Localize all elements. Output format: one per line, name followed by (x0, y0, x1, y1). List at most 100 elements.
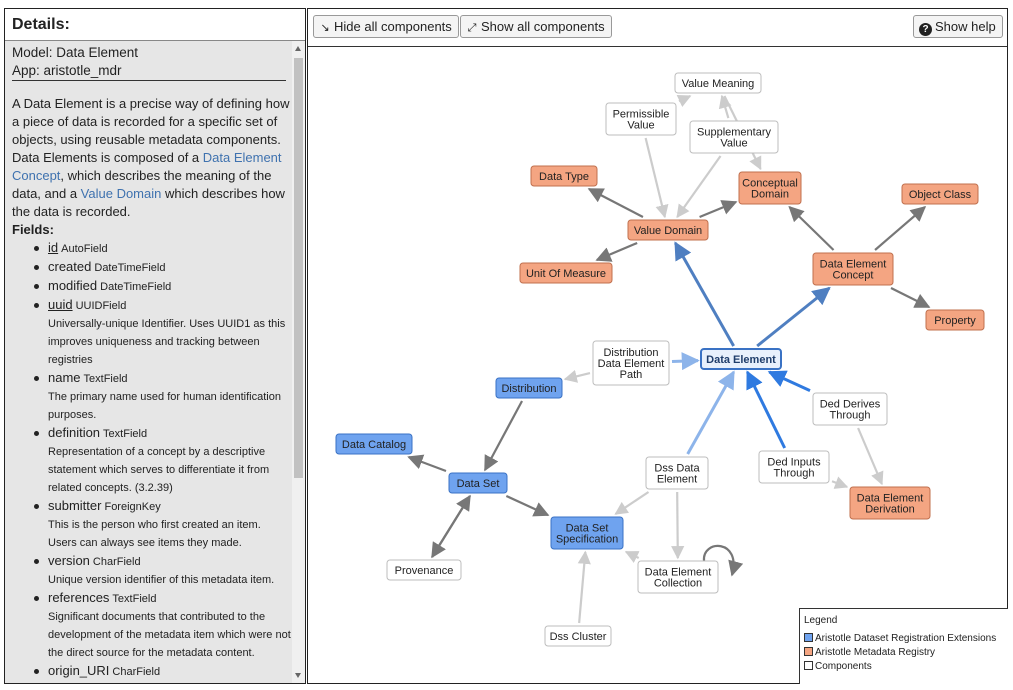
node-label: Through (774, 468, 815, 480)
fields-list: id AutoField created DateTimeField modified D… (12, 239, 292, 681)
graph-node-supplementary-value[interactable]: SupplementaryValue (689, 120, 779, 154)
field-name: created (48, 259, 92, 274)
edge-ded-derives-through-to-data-element (767, 370, 811, 393)
show-help-button[interactable]: ? Show help (913, 15, 1003, 38)
show-all-components-button[interactable]: ⤢ Show all components (460, 15, 612, 38)
graph-node-data-type[interactable]: Data Type (530, 165, 598, 187)
model-graph-canvas[interactable]: Value Meaning PermissibleValue Supplementa… (308, 47, 1007, 683)
field-type: DateTimeField (100, 281, 172, 293)
graph-node-data-catalog[interactable]: Data Catalog (335, 433, 413, 455)
graph-node-data-set[interactable]: Data Set (448, 472, 508, 494)
graph-node-data-element-concept[interactable]: Data ElementConcept (812, 252, 894, 286)
field-description: This is the person who first created an … (48, 519, 261, 549)
graph-node-provenance[interactable]: Provenance (386, 559, 462, 581)
graph-node-data-element-collection[interactable]: Data ElementCollection (637, 560, 719, 594)
legend-swatch (804, 633, 813, 642)
node-label: Domain (751, 189, 789, 201)
node-label: Path (620, 369, 643, 381)
node-layer: Value Meaning PermissibleValue Supplementa… (335, 72, 985, 647)
graph-node-object-class[interactable]: Object Class (901, 183, 979, 205)
field-type: TextField (103, 428, 148, 440)
edge-ded-inputs-through-to-data-element (746, 370, 787, 449)
node-label: Value Meaning (682, 78, 755, 90)
edge-data-element-to-data-element-concept (756, 286, 831, 348)
field-description: Unique version identifier of this metada… (48, 574, 275, 586)
value-domain-link[interactable]: Value Domain (81, 186, 162, 201)
graph-node-distribution[interactable]: Distribution (495, 377, 563, 399)
node-label: Derivation (865, 504, 915, 516)
graph-node-distribution-data-element-path[interactable]: DistributionData ElementPath (592, 340, 670, 386)
field-name: submitter (48, 498, 102, 513)
fields-heading: Fields: (12, 222, 54, 237)
field-item: definition TextField Representation of a c… (34, 424, 292, 497)
field-name: references (48, 590, 110, 605)
field-item: version CharField Unique version identifie… (34, 552, 292, 589)
node-label: Dss Cluster (550, 631, 607, 643)
details-title: Details: (5, 9, 305, 41)
graph-node-conceptual-domain[interactable]: ConceptualDomain (738, 171, 802, 205)
graph-node-data-element[interactable]: Data Element (700, 348, 782, 370)
hide-all-label: Hide all components (334, 19, 452, 34)
field-item: uuid UUIDField Universally-unique Identifi… (34, 296, 292, 369)
edge-value-domain-to-conceptual-domain (699, 200, 738, 219)
field-item: submitter ForeignKey This is the person wh… (34, 497, 292, 552)
graph-node-value-meaning[interactable]: Value Meaning (674, 72, 762, 94)
field-name: modified (48, 278, 98, 293)
edge-ded-inputs-through-to-data-element-derivation (831, 476, 849, 489)
field-type: ForeignKey (104, 501, 161, 513)
graph-node-value-domain[interactable]: Value Domain (627, 219, 709, 241)
field-type: TextField (112, 593, 157, 605)
edge-data-element-concept-to-property (890, 287, 931, 308)
legend-swatch (804, 661, 813, 670)
field-name: id (48, 240, 59, 255)
compress-icon: ↘ (320, 22, 330, 34)
graph-node-dss-cluster[interactable]: Dss Cluster (544, 625, 612, 647)
legend-item-dataset-extensions: Aristotle Dataset Registration Extension… (804, 632, 1008, 646)
field-type: UUIDField (75, 300, 127, 312)
edge-distribution-data-element-path-to-data-element (671, 352, 700, 371)
edge-data-element-concept-to-object-class (874, 205, 927, 251)
legend-swatch (804, 647, 813, 656)
field-description: Universally-unique Identifier. Uses UUID… (48, 318, 286, 366)
field-type: CharField (112, 666, 161, 678)
edge-value-domain-to-unit-of-measure (595, 241, 638, 262)
node-label: Distribution (501, 383, 556, 395)
graph-node-ded-inputs-through[interactable]: Ded InputsThrough (758, 450, 830, 484)
legend-label: Aristotle Dataset Registration Extension… (815, 633, 997, 644)
graph-node-ded-derives-through[interactable]: Ded DerivesThrough (812, 392, 888, 426)
node-label: Data Catalog (342, 439, 406, 451)
details-scrollbar[interactable] (292, 41, 305, 683)
scroll-down-arrow-icon[interactable] (295, 673, 301, 678)
field-name: origin_URI (48, 663, 110, 678)
edge-distribution-to-data-set (484, 400, 523, 472)
field-name: definition (48, 425, 101, 440)
graph-node-unit-of-measure[interactable]: Unit Of Measure (519, 262, 613, 284)
edge-permissible-value-to-value-meaning (676, 95, 692, 108)
node-label: Through (830, 410, 871, 422)
node-label: Object Class (909, 189, 972, 201)
field-name: uuid (48, 297, 73, 312)
graph-node-property[interactable]: Property (925, 309, 985, 331)
edge-data-element-concept-to-conceptual-domain (788, 205, 835, 251)
edge-ded-derives-through-to-data-element-derivation (857, 427, 884, 486)
field-item: id AutoField (34, 239, 292, 258)
show-all-label: Show all components (481, 19, 605, 34)
legend-label: Aristotle Metadata Registry (815, 647, 936, 658)
details-scroll-area[interactable]: Model: Data Element App: aristotle_mdr A… (5, 41, 305, 683)
graph-node-data-set-specification[interactable]: Data SetSpecification (550, 516, 624, 550)
graph-node-data-element-derivation[interactable]: Data ElementDerivation (849, 486, 931, 520)
legend-label: Components (815, 661, 872, 672)
graph-node-permissible-value[interactable]: PermissibleValue (605, 102, 677, 136)
field-type: AutoField (61, 243, 108, 255)
edge-supplementary-value-to-value-domain (676, 155, 722, 219)
expand-icon: ⤢ (467, 22, 477, 34)
scroll-up-arrow-icon[interactable] (295, 46, 301, 51)
edge-distribution-data-element-path-to-distribution (563, 369, 591, 383)
field-type: DateTimeField (94, 262, 166, 274)
field-item: name TextField The primary name used for h… (34, 369, 292, 424)
graph-node-dss-data-element[interactable]: Dss DataElement (645, 456, 709, 490)
legend-title: Legend (804, 615, 838, 626)
scrollbar-thumb[interactable] (294, 58, 303, 478)
hide-all-components-button[interactable]: ↘ Hide all components (313, 15, 459, 38)
edge-dss-cluster-to-data-set-specification (577, 550, 591, 624)
